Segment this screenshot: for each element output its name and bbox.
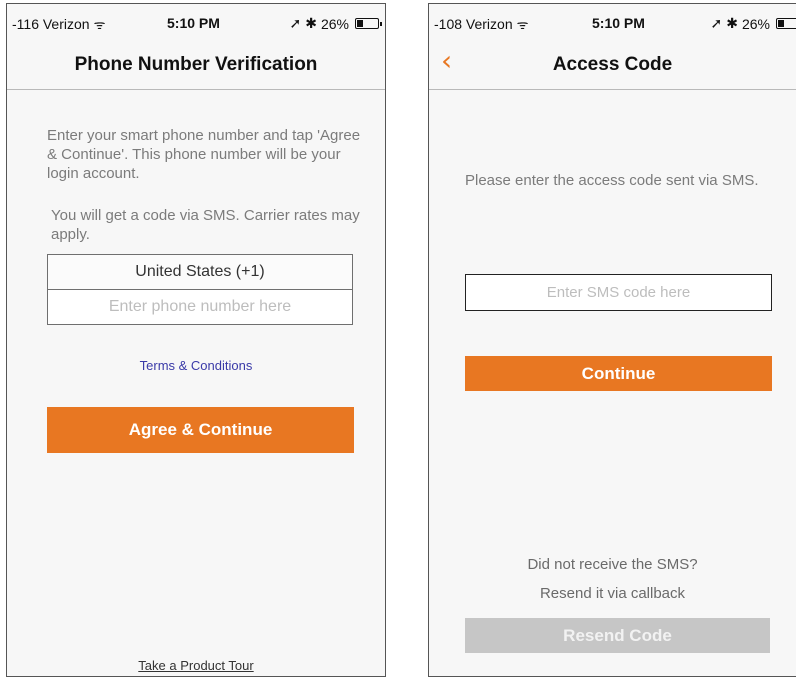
carrier-status: -116 Verizon ᯤ <box>12 15 105 33</box>
battery-percent: 26% <box>741 15 770 32</box>
status-bar: -116 Verizon ᯤ 5:10 PM ➚ ✱ 26% <box>7 4 385 38</box>
phone-verification-screen: -116 Verizon ᯤ 5:10 PM ➚ ✱ 26% Phone Numb… <box>6 3 386 677</box>
sms-note-text: You will get a code via SMS. Carrier rat… <box>51 207 360 243</box>
status-bar: -108 Verizon ᯤ 5:10 PM ➚ ✱ 26% <box>429 4 796 38</box>
wifi-icon: ᯤ <box>93 17 106 32</box>
sms-code-input[interactable] <box>465 274 772 311</box>
access-code-screen: -108 Verizon ᯤ 5:10 PM ➚ ✱ 26% ‹ Access C… <box>428 3 796 677</box>
carrier-status: -108 Verizon ᯤ <box>434 15 528 33</box>
battery-icon <box>776 18 796 29</box>
continue-button[interactable]: Continue <box>465 356 772 391</box>
clock: 5:10 PM <box>592 15 645 31</box>
phone-number-input[interactable] <box>47 289 353 325</box>
instructions-text: Please enter the access code sent via SM… <box>465 172 759 189</box>
location-icon: ➚ <box>289 15 302 31</box>
resend-via-callback-text: Resend it via callback <box>539 585 686 602</box>
bluetooth-icon: ✱ <box>305 15 317 31</box>
product-tour-link[interactable]: Take a Product Tour <box>7 658 385 673</box>
carrier-label: -116 Verizon <box>12 16 90 32</box>
battery-icon <box>355 18 382 29</box>
terms-link[interactable]: Terms & Conditions <box>7 358 385 373</box>
page-title: Phone Number Verification <box>74 54 318 75</box>
location-icon: ➚ <box>710 15 723 31</box>
main-content: Please enter the access code sent via SM… <box>429 91 796 676</box>
carrier-label: -108 Verizon <box>434 16 513 32</box>
main-content: Enter your smart phone number and tap 'A… <box>7 91 385 676</box>
sms-not-received-text: Did not receive the SMS? <box>527 556 698 573</box>
right-status: ➚ ✱ 26% <box>289 15 382 32</box>
right-status: ➚ ✱ 26% <box>711 15 796 32</box>
wifi-icon: ᯤ <box>516 17 529 32</box>
clock: 5:10 PM <box>167 15 220 31</box>
nav-bar: ‹ Access Code <box>429 38 796 90</box>
agree-continue-button[interactable]: Agree & Continue <box>47 407 354 453</box>
battery-percent: 26% <box>320 15 349 32</box>
instructions-text: Enter your smart phone number and tap 'A… <box>47 127 361 182</box>
country-select[interactable]: United States (+1) <box>47 254 353 290</box>
nav-bar: Phone Number Verification <box>7 38 385 90</box>
page-title: Access Code <box>552 54 673 75</box>
bluetooth-icon: ✱ <box>726 15 738 31</box>
resend-code-button[interactable]: Resend Code <box>465 618 770 653</box>
